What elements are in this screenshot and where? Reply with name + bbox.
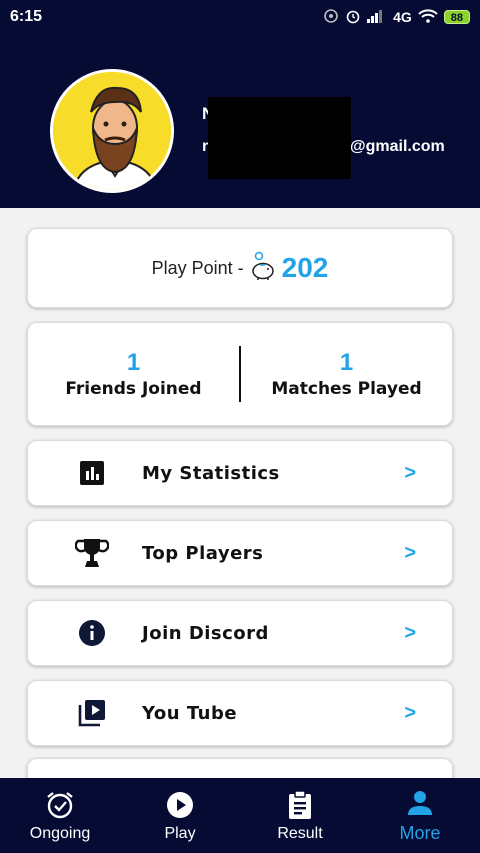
matches-played-value: 1 xyxy=(339,349,354,376)
nav-label: Ongoing xyxy=(29,824,91,842)
wifi-icon xyxy=(418,8,438,26)
play-point-card: Play Point - 202 xyxy=(27,228,453,308)
trophy-icon xyxy=(72,537,112,569)
piggy-bank-icon xyxy=(250,251,276,285)
friends-joined-label: Friends Joined xyxy=(65,379,202,399)
menu-item-label: You Tube xyxy=(142,702,238,724)
matches-played-stat: 1 Matches Played xyxy=(241,349,452,399)
status-time: 6:15 xyxy=(10,8,43,25)
play-point-label: Play Point - xyxy=(151,257,244,278)
alarm-status-icon xyxy=(345,8,361,27)
person-icon xyxy=(406,787,434,819)
alarm-icon xyxy=(45,789,75,821)
bottom-nav: Ongoing Play Result More xyxy=(0,778,480,853)
friends-joined-value: 1 xyxy=(126,349,141,376)
battery-indicator: 88 xyxy=(443,10,470,24)
menu-item-label: Join Discord xyxy=(142,622,269,644)
network-type: 4G xyxy=(393,9,412,25)
play-circle-icon xyxy=(165,789,195,821)
menu-item-you-tube[interactable]: You Tube > xyxy=(27,680,453,746)
menu-item-my-statistics[interactable]: My Statistics > xyxy=(27,440,453,506)
status-icons: 4G 88 xyxy=(323,8,470,27)
info-icon xyxy=(72,619,112,647)
play-point-value: 202 xyxy=(281,252,329,283)
nav-more[interactable]: More xyxy=(360,778,480,853)
status-bar: 6:15 4G 88 xyxy=(0,0,480,34)
stats-card: 1 Friends Joined 1 Matches Played xyxy=(27,322,453,426)
chevron-right-icon: > xyxy=(404,541,416,564)
hotspot-icon xyxy=(323,8,339,27)
menu-item-label: My Statistics xyxy=(142,462,280,484)
nav-label: More xyxy=(399,823,441,843)
nav-label: Play xyxy=(164,824,196,842)
friends-joined-stat: 1 Friends Joined xyxy=(28,349,239,399)
clipboard-icon xyxy=(287,789,313,821)
matches-played-label: Matches Played xyxy=(271,379,422,399)
chevron-right-icon: > xyxy=(404,701,416,724)
nav-ongoing[interactable]: Ongoing xyxy=(0,778,120,853)
redaction-block xyxy=(208,97,351,179)
nav-play[interactable]: Play xyxy=(120,778,240,853)
chevron-right-icon: > xyxy=(404,621,416,644)
avatar[interactable] xyxy=(50,69,174,193)
bar-chart-icon xyxy=(72,460,112,486)
video-library-icon xyxy=(72,698,112,728)
nav-label: Result xyxy=(277,824,323,842)
profile-header: N r @gmail.com xyxy=(0,34,480,208)
nav-result[interactable]: Result xyxy=(240,778,360,853)
chevron-right-icon: > xyxy=(404,461,416,484)
menu-item-top-players[interactable]: Top Players > xyxy=(27,520,453,586)
menu-item-label: Top Players xyxy=(142,542,264,564)
menu-item-join-discord[interactable]: Join Discord > xyxy=(27,600,453,666)
bearded-man-icon xyxy=(53,72,171,190)
email-domain: @gmail.com xyxy=(350,138,445,155)
signal-icon xyxy=(367,9,387,26)
